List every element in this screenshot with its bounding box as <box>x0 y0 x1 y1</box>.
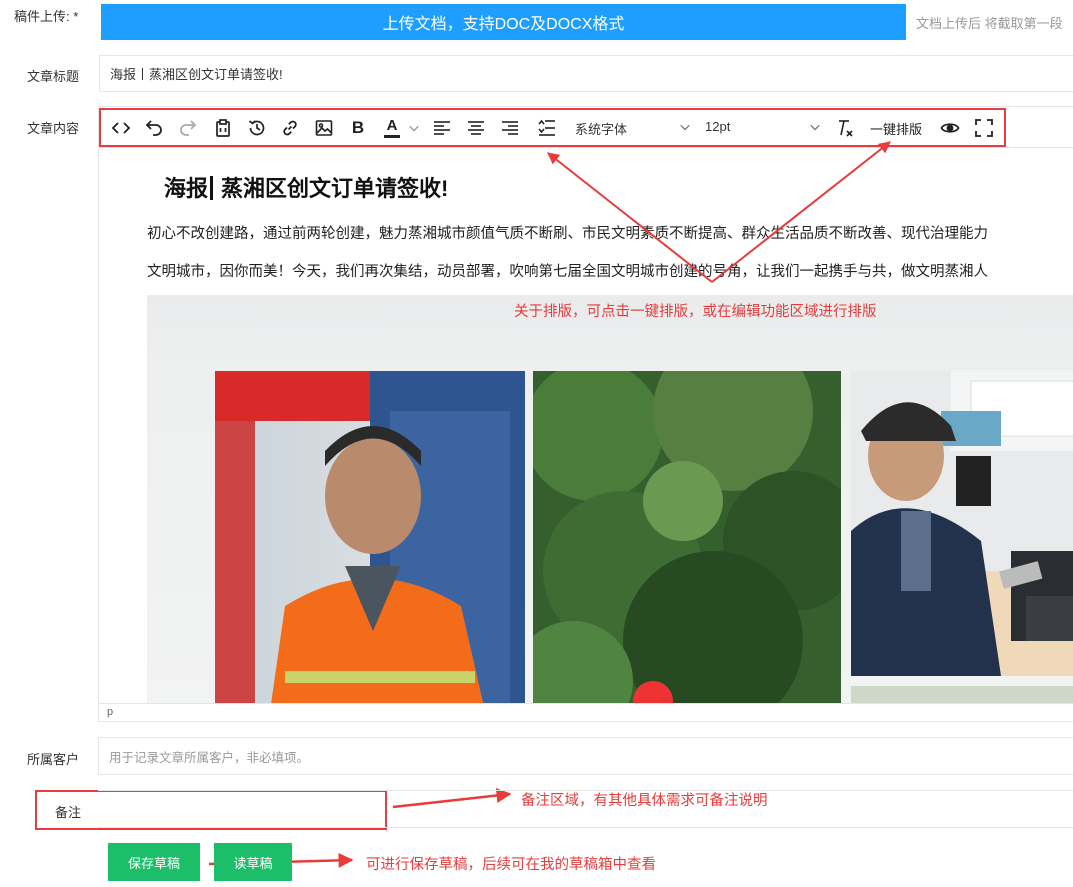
title-label: 文章标题 <box>27 69 80 84</box>
chevron-down-icon <box>680 124 690 131</box>
line-height-icon[interactable] <box>536 117 558 139</box>
image-icon[interactable] <box>313 117 335 139</box>
bold-icon[interactable]: B <box>347 117 369 139</box>
client-label: 所属客户 <box>27 752 80 767</box>
remark-annotation: 备注区域，有其他具体需求可备注说明 <box>521 793 768 809</box>
document-title-part1: 海报 <box>164 176 209 201</box>
fullscreen-icon[interactable] <box>973 117 995 139</box>
client-input[interactable]: 用于记录文章所属客户，非必填项。 <box>98 737 1073 775</box>
font-color-glyph: A <box>386 116 398 134</box>
photo-office-bottom <box>851 686 1073 704</box>
upload-label: 稿件上传: <box>14 9 70 24</box>
preview-icon[interactable] <box>939 117 961 139</box>
code-icon[interactable] <box>110 117 132 139</box>
upload-label-group: 稿件上传: * <box>14 6 78 25</box>
save-draft-button[interactable]: 保存草稿 <box>108 843 200 881</box>
editor-status-bar: p <box>99 703 1073 721</box>
required-mark: * <box>73 9 79 24</box>
photo-trees <box>533 371 841 704</box>
font-color-swatch <box>384 134 400 138</box>
layout-annotation: 关于排版，可点击一键排版，或在编辑功能区域进行排版 <box>514 304 877 320</box>
chevron-down-icon[interactable] <box>407 117 421 139</box>
document-paragraph: 初心不改创建路，通过前两轮创建，魅力蒸湘城市颜值气质不断刷、市民文明素质不断提高… <box>147 226 988 242</box>
document-paragraph: 文明城市，因你而美！今天，我们再次集结，动员部署，吹响第七届全国文明城市创建的号… <box>147 264 988 280</box>
clear-format-icon[interactable] <box>834 117 856 139</box>
align-center-icon[interactable] <box>465 117 487 139</box>
document-title: 海报 蒸湘区创文订单请签收! <box>164 171 448 203</box>
client-placeholder: 用于记录文章所属客户，非必填项。 <box>109 750 310 765</box>
photo-office <box>851 371 1073 676</box>
font-family-select[interactable]: 系统字体 <box>575 119 690 138</box>
photo-worker <box>215 371 525 704</box>
remark-label: 备注 <box>55 805 82 820</box>
draft-annotation: 可进行保存草稿，后续可在我的草稿箱中查看 <box>366 857 656 873</box>
align-right-icon[interactable] <box>499 117 521 139</box>
title-divider <box>210 176 214 200</box>
paste-icon[interactable] <box>212 117 234 139</box>
font-size-value: 12pt <box>705 119 731 134</box>
history-icon[interactable] <box>246 117 268 139</box>
rich-text-editor[interactable]: B A 系统字体 12pt 一键排版 海报 蒸湘区创文订单请签收! 初心不改创建… <box>98 106 1073 722</box>
editor-toolbar: B A 系统字体 12pt 一键排版 <box>99 107 1073 148</box>
upload-document-button[interactable]: 上传文档，支持DOC及DOCX格式 <box>101 4 906 40</box>
editor-content[interactable]: 海报 蒸湘区创文订单请签收! 初心不改创建路，通过前两轮创建，魅力蒸湘城市颜值气质… <box>99 149 1073 704</box>
redo-icon[interactable] <box>177 117 199 139</box>
undo-icon[interactable] <box>143 117 165 139</box>
one-click-layout-button[interactable]: 一键排版 <box>870 119 922 138</box>
read-draft-button[interactable]: 读草稿 <box>214 843 292 881</box>
align-left-icon[interactable] <box>431 117 453 139</box>
font-family-value: 系统字体 <box>575 122 628 137</box>
font-color-icon[interactable]: A <box>381 117 403 139</box>
chevron-down-icon <box>810 124 820 131</box>
article-title-value: 海报丨蒸湘区创文订单请签收! <box>110 67 283 82</box>
upload-tip: 文档上传后 将截取第一段 <box>916 16 1063 31</box>
article-title-input[interactable]: 海报丨蒸湘区创文订单请签收! <box>99 55 1073 92</box>
link-icon[interactable] <box>279 117 301 139</box>
font-size-select[interactable]: 12pt <box>705 119 823 134</box>
document-title-part2: 蒸湘区创文订单请签收! <box>221 176 449 201</box>
content-label: 文章内容 <box>27 121 80 136</box>
